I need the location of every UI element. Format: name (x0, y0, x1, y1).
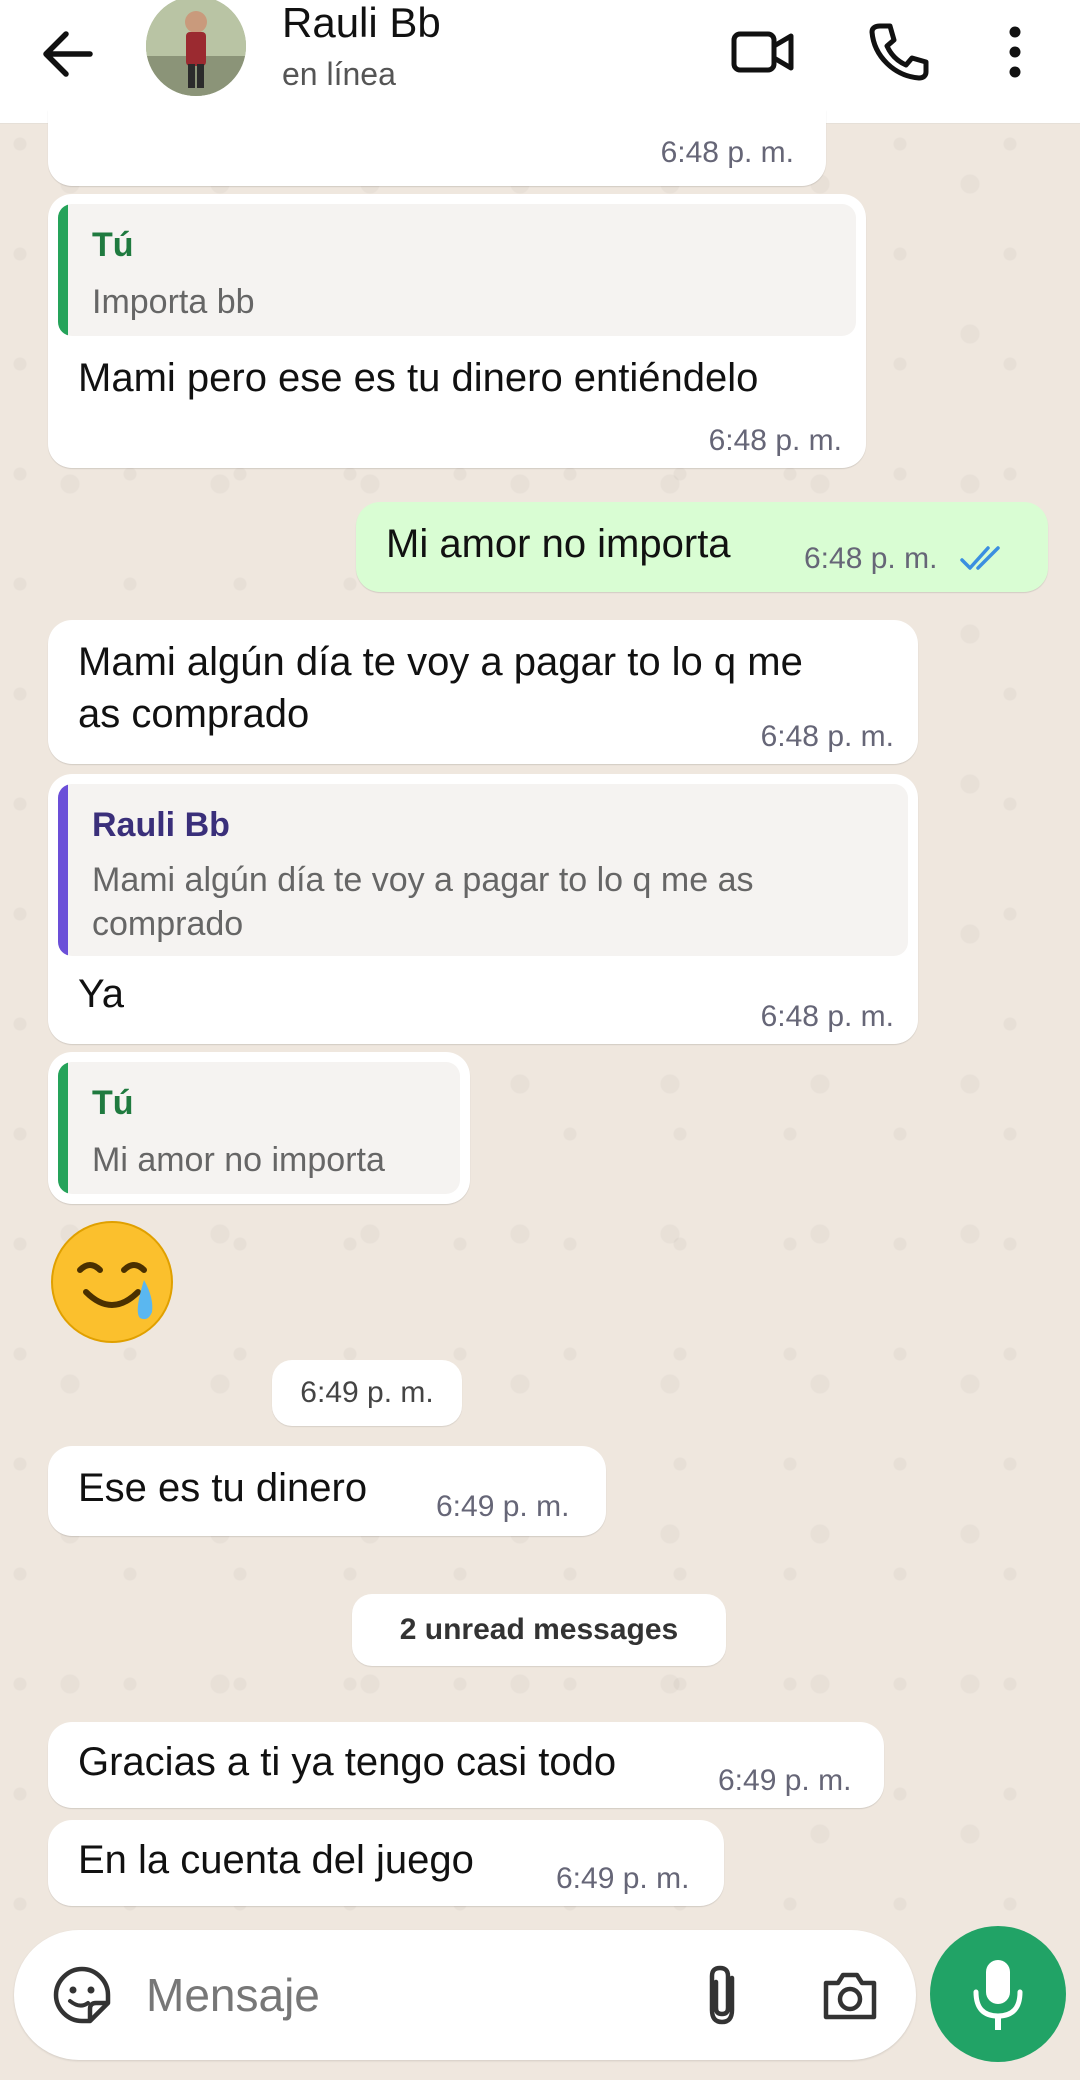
message-time: 6:48 p. m. (660, 136, 794, 169)
quoted-message[interactable]: Tú Mi amor no importa (58, 1062, 460, 1194)
message-composer[interactable]: Mensaje (14, 1930, 916, 2060)
message-bubble[interactable]: Gracias a ti ya tengo casi todo 6:49 p. … (48, 1722, 884, 1808)
quote-author: Rauli Bb (92, 806, 230, 844)
message-text: Ya (78, 972, 124, 1016)
profile-photo (146, 0, 246, 96)
sticker-icon (53, 1966, 111, 2024)
message-time: 6:49 p. m. (556, 1862, 690, 1895)
camera-icon (823, 1972, 877, 2020)
message-bubble[interactable]: Rauli Bb Mami algún día te voy a pagar t… (48, 774, 918, 1044)
contact-status: en línea (282, 56, 396, 92)
message-bubble[interactable]: Tú Importa bb Mami pero ese es tu dinero… (48, 194, 866, 468)
message-time: 6:49 p. m. (436, 1490, 570, 1523)
video-call-icon (731, 31, 794, 73)
quote-text: Mi amor no importa (92, 1141, 385, 1179)
message-time: 6:49 p. m. (718, 1764, 852, 1797)
message-time: 6:48 p. m. (804, 542, 938, 575)
message-input[interactable]: Mensaje (146, 1968, 320, 2022)
message-text-line: as comprado (78, 692, 310, 736)
unread-messages-divider: 2 unread messages (352, 1594, 726, 1666)
message-time: 6:48 p. m. (760, 720, 894, 753)
sticker-button[interactable] (50, 1963, 114, 2027)
read-receipt-icon (960, 546, 1000, 570)
mic-icon (973, 1960, 1023, 2030)
avatar[interactable] (146, 0, 246, 96)
chat-header: Rauli Bb en línea (0, 0, 1080, 124)
message-time-pill: 6:49 p. m. (272, 1360, 462, 1426)
message-text: Mami pero ese es tu dinero entiéndelo (78, 356, 759, 400)
arrow-back-icon (43, 31, 93, 77)
voice-message-button[interactable] (930, 1926, 1066, 2062)
quote-bar (58, 784, 68, 956)
back-button[interactable] (34, 18, 106, 90)
camera-button[interactable] (818, 1963, 882, 2027)
smiling-face-with-tear-emoji (51, 1221, 173, 1343)
contact-name[interactable]: Rauli Bb (282, 0, 441, 46)
voice-call-button[interactable] (862, 16, 934, 88)
attach-icon (709, 1965, 735, 2025)
quote-author: Tú (92, 226, 134, 264)
message-bubble[interactable]: Mami algún día te voy a pagar to lo q me… (48, 620, 918, 764)
more-vertical-icon (1009, 26, 1021, 78)
message-text: Ese es tu dinero (78, 1466, 368, 1510)
message-bubble-outgoing[interactable]: Mi amor no importa 6:48 p. m. (356, 502, 1048, 592)
message-text: Gracias a ti ya tengo casi todo (78, 1740, 617, 1784)
quote-text-line: Mami algún día te voy a pagar to lo q me… (92, 861, 754, 899)
more-options-button[interactable] (985, 16, 1045, 88)
quote-text-line: comprado (92, 905, 244, 943)
message-bubble[interactable]: En la cuenta del juego 6:49 p. m. (48, 1820, 724, 1906)
video-call-button[interactable] (727, 16, 799, 88)
message-text: Mi amor no importa (386, 522, 731, 566)
message-bubble[interactable]: 6:48 p. m. (48, 110, 826, 186)
attach-button[interactable] (690, 1960, 754, 2030)
message-time: 6:48 p. m. (760, 1000, 894, 1033)
quote-author: Tú (92, 1084, 134, 1122)
quote-bar (58, 204, 68, 336)
quote-bar (58, 1062, 68, 1194)
quoted-message[interactable]: Tú Importa bb (58, 204, 856, 336)
quoted-message[interactable]: Rauli Bb Mami algún día te voy a pagar t… (58, 784, 908, 956)
message-text-line: Mami algún día te voy a pagar to lo q me (78, 640, 803, 684)
phone-icon (869, 23, 929, 81)
quote-text: Importa bb (92, 283, 255, 321)
emoji-message[interactable] (48, 1218, 176, 1346)
message-bubble[interactable]: Tú Mi amor no importa (48, 1052, 470, 1204)
message-bubble[interactable]: Ese es tu dinero 6:49 p. m. (48, 1446, 606, 1536)
message-time: 6:48 p. m. (708, 424, 842, 457)
message-text: En la cuenta del juego (78, 1838, 474, 1882)
